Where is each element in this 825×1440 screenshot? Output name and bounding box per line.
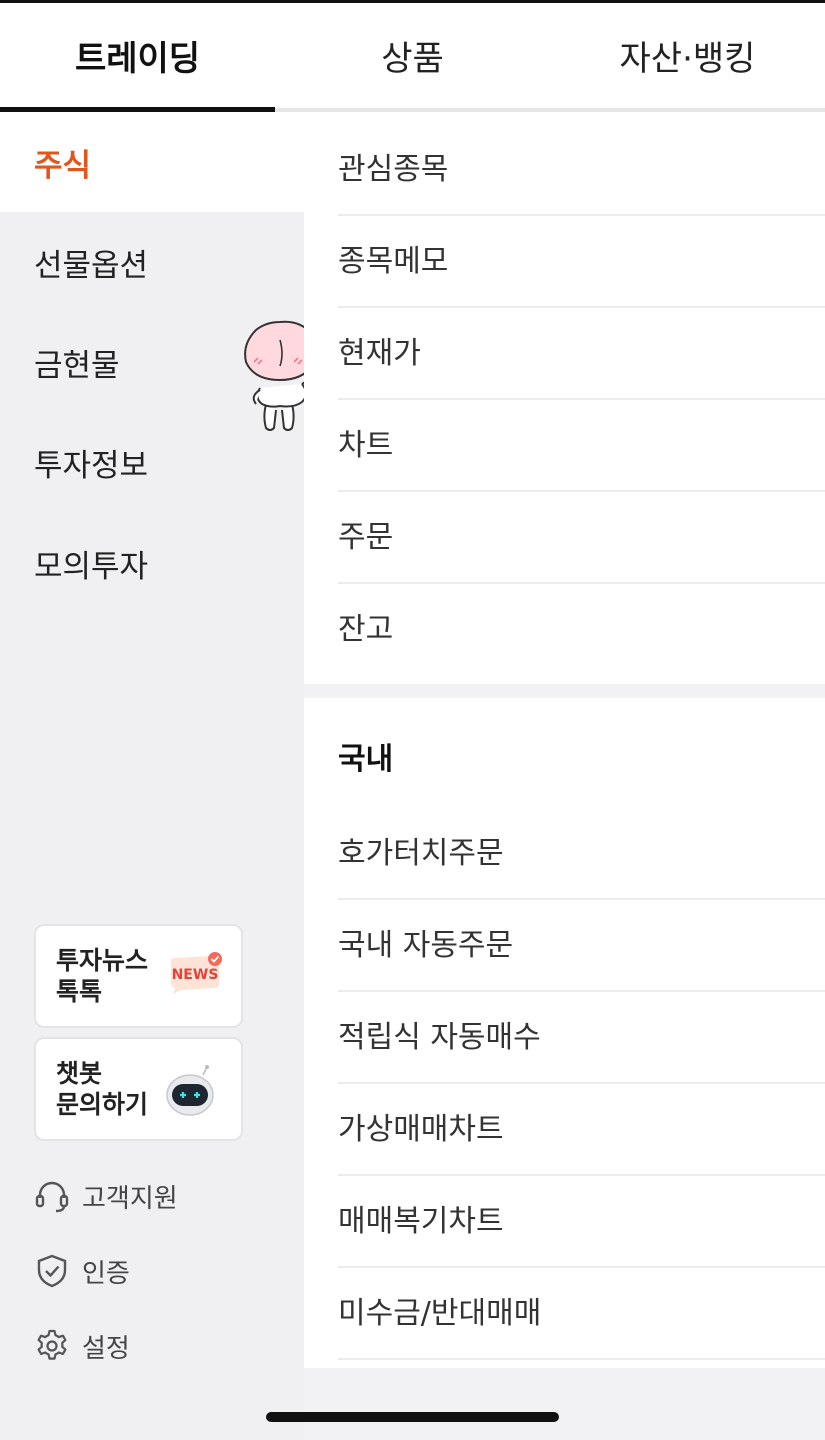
headset-icon [34,1178,70,1214]
menu-item-virtual-trading-chart[interactable]: 가상매매차트 [338,1080,825,1172]
menu-item-order[interactable]: 주문 [338,488,825,580]
menu-item-unpaid-forced-sale[interactable]: 미수금/반대매매 [338,1264,825,1356]
menu-item-quote-touch-order[interactable]: 호가터치주문 [338,804,825,896]
investment-news-card[interactable]: 투자뉴스 톡톡 NEWS [34,924,243,1028]
top-tab-bar: 트레이딩 상품 자산·뱅킹 [0,3,825,112]
certification-link[interactable]: 인증 [34,1249,130,1293]
shield-check-icon [34,1253,70,1289]
menu-item-domestic-auto-order[interactable]: 국내 자동주문 [338,896,825,988]
news-icon: NEWS [171,952,222,994]
menu-item-current-price[interactable]: 현재가 [338,304,825,396]
gear-icon [34,1328,70,1364]
chatbot-inquiry-card[interactable]: 챗봇 문의하기 [34,1037,243,1141]
news-badge-text: NEWS [172,967,219,983]
settings-label: 설정 [82,1333,130,1364]
customer-support-link[interactable]: 고객지원 [34,1174,178,1218]
section-title-domestic: 국내 [338,742,394,777]
menu-item-installment-auto-buy[interactable]: 적립식 자동매수 [338,988,825,1080]
stock-menu-panel: 관심종목 종목메모 현재가 차트 주문 잔고 [304,112,825,684]
menu-item-chart[interactable]: 차트 [338,396,825,488]
customer-support-label: 고객지원 [82,1183,178,1214]
tab-trading[interactable]: 트레이딩 [0,3,275,108]
chatbot-robot-icon [166,1065,214,1116]
sidebar-item-mock-investment[interactable]: 모의투자 [0,513,304,613]
chatbot-inquiry-label: 챗봇 문의하기 [56,1059,149,1119]
tab-assets-banking[interactable]: 자산·뱅킹 [550,3,825,108]
investment-news-label: 투자뉴스 톡톡 [56,946,149,1006]
tab-products[interactable]: 상품 [275,3,550,108]
certification-label: 인증 [82,1258,130,1289]
menu-item-balance[interactable]: 잔고 [338,580,825,672]
menu-item-trade-review-chart[interactable]: 매매복기차트 [338,1172,825,1264]
menu-item-stock-memo[interactable]: 종목메모 [338,212,825,304]
category-sidebar: 주식 선물옵션 금현물 투자정보 모의투자 투자뉴스 톡톡 NEWS 챗봇 문의… [0,112,304,1440]
menu-item-watchlist[interactable]: 관심종목 [338,120,825,212]
menu-divider [338,1358,825,1360]
home-indicator[interactable] [266,1412,559,1422]
sidebar-item-futures-options[interactable]: 선물옵션 [0,212,304,312]
sidebar-item-stocks[interactable]: 주식 [0,112,304,212]
domestic-menu-panel: 국내 호가터치주문 국내 자동주문 적립식 자동매수 가상매매차트 매매복기차트… [304,698,825,1368]
settings-link[interactable]: 설정 [34,1324,130,1368]
